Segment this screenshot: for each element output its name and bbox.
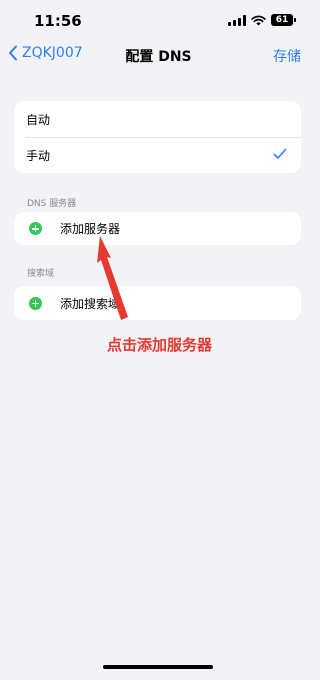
annotation-text: 点击添加服务器 xyxy=(107,336,213,354)
home-indicator[interactable] xyxy=(103,665,213,669)
